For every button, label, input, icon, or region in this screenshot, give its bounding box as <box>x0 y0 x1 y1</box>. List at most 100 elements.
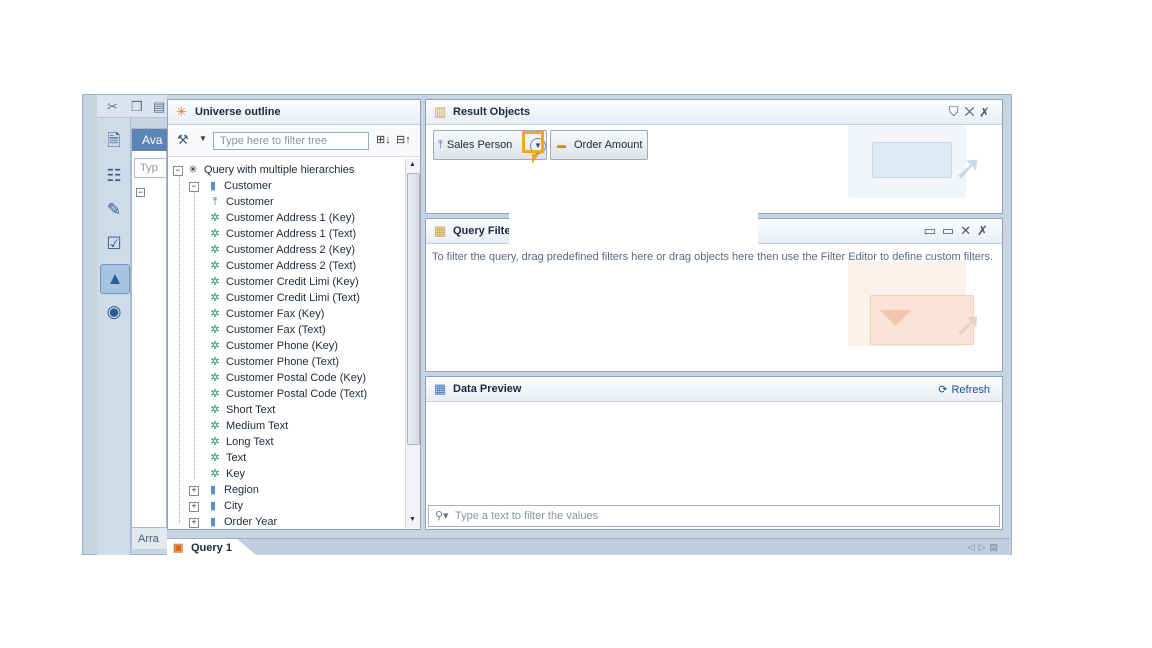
value-filter-input[interactable] <box>455 508 985 524</box>
outline-tree-icon[interactable]: ☷ <box>100 162 128 190</box>
tree-item[interactable]: ✲ Customer Phone (Text) <box>208 354 339 370</box>
input-controls-icon[interactable]: ☑ <box>100 230 128 258</box>
tree-item[interactable]: ✲ Medium Text <box>208 418 288 434</box>
scroll-thumb[interactable] <box>407 173 420 445</box>
cut-icon[interactable]: ✂ <box>107 99 118 115</box>
query-tab-bar: ▣ Query 1 ◁▷▤ <box>167 538 1010 556</box>
result-object-label: Sales Person <box>446 139 513 151</box>
tab-next-icon[interactable]: ▷ <box>979 542 990 552</box>
tab-label: Query 1 <box>191 542 232 554</box>
expand-icon[interactable]: + <box>189 486 199 496</box>
attribute-icon: ✲ <box>210 340 220 352</box>
tree-item-label: Long Text <box>226 436 274 448</box>
scroll-down-icon[interactable]: ▼ <box>409 516 416 523</box>
tree-group-customer[interactable]: − ▮ Customer <box>189 178 272 194</box>
remove-icon[interactable]: ✕ <box>960 223 977 238</box>
collapse-all-icon[interactable]: ⊟↑ <box>396 133 411 146</box>
tree-item[interactable]: ✲ Customer Address 2 (Text) <box>208 258 356 274</box>
remove-all-icon[interactable]: ✗ <box>977 223 994 238</box>
tree-item-label: Customer Phone (Text) <box>226 356 340 368</box>
result-actions: ⛉✕✗ <box>949 104 994 120</box>
cursor-art-icon: ➚ <box>954 306 983 344</box>
chevron-down-icon[interactable]: ▼ <box>199 134 207 143</box>
tree-item-label: Customer Fax (Key) <box>226 308 325 320</box>
attribute-icon: ✲ <box>210 404 220 416</box>
value-filter-field[interactable]: ⚲▾ <box>428 505 1000 527</box>
arrange-tab[interactable]: Arra <box>132 527 167 549</box>
copy-icon[interactable]: ❐ <box>131 99 143 115</box>
tree-item[interactable]: ✲ Customer Fax (Text) <box>208 322 325 338</box>
tab-prev-icon[interactable]: ◁ <box>968 542 979 552</box>
drop-target-art <box>872 142 952 178</box>
result-objects-header: ▥ Result Objects ⛉✕✗ <box>426 100 1002 125</box>
tree-item[interactable]: ✲ Customer Address 1 (Key) <box>208 210 355 226</box>
data-preview-header: ▦ Data Preview ⟳ Refresh <box>426 377 1002 402</box>
pointer-icon <box>532 154 539 164</box>
document-icon[interactable]: 🗎 <box>100 128 128 156</box>
tree-group-label: Region <box>224 484 259 496</box>
tree-group-region[interactable]: + ▮ Region <box>189 482 259 498</box>
tree-item[interactable]: ✲ Short Text <box>208 402 275 418</box>
refresh-label: Refresh <box>951 384 990 396</box>
tree-item-label: Customer Credit Limi (Text) <box>226 292 360 304</box>
edit-document-icon[interactable]: ✎ <box>100 196 128 224</box>
tree-item-label: Customer Address 2 (Text) <box>226 260 357 272</box>
tree-item[interactable]: ⤒ Customer <box>208 194 274 210</box>
tree-scrollbar[interactable]: ▲ ▼ <box>405 159 420 528</box>
expand-all-icon[interactable]: ⊞↓ <box>376 133 391 146</box>
result-object-label: Order Amount <box>574 139 643 151</box>
data-access-icon[interactable]: ▲ <box>100 264 130 294</box>
available-objects-search[interactable]: Typ <box>134 158 167 178</box>
tree-item[interactable]: ✲ Text <box>208 450 246 466</box>
tree-item[interactable]: ✲ Customer Address 2 (Key) <box>208 242 355 258</box>
edit-filter-icon[interactable]: ▭ <box>942 223 960 238</box>
dropdown-menu-popup[interactable] <box>509 168 758 247</box>
filter-tree-input[interactable] <box>213 132 369 150</box>
tree-item-label: Short Text <box>226 404 276 416</box>
tree-item[interactable]: ✲ Customer Address 1 (Text) <box>208 226 356 242</box>
tree-group-order-year[interactable]: + ▮ Order Year <box>189 514 277 530</box>
attribute-icon: ✲ <box>210 308 220 320</box>
tree-item-label: Customer Address 1 (Key) <box>226 212 355 224</box>
tab-query-1[interactable]: ▣ Query 1 <box>167 539 257 556</box>
collapse-icon[interactable]: − <box>189 182 199 192</box>
filter-icon[interactable]: ⛉ <box>949 104 965 119</box>
main-toolbar: ✂ ❐ ▤ <box>97 95 167 118</box>
tree-item-label: Customer Phone (Key) <box>226 340 338 352</box>
tree-item[interactable]: ✲ Customer Postal Code (Key) <box>208 370 366 386</box>
tree-group-city[interactable]: + ▮ City <box>189 498 243 514</box>
result-object-order-amount[interactable]: ▬ Order Amount <box>550 130 648 160</box>
tree-item[interactable]: ✲ Customer Phone (Key) <box>208 338 338 354</box>
collapse-icon[interactable]: − <box>136 188 145 197</box>
tab-list-icon[interactable]: ▤ <box>989 542 1002 552</box>
remove-all-icon[interactable]: ✗ <box>981 104 994 119</box>
tree-item[interactable]: ✲ Customer Fax (Key) <box>208 306 324 322</box>
tree-item[interactable]: ✲ Customer Credit Limi (Text) <box>208 290 360 306</box>
globe-icon[interactable]: ◉ <box>100 298 128 326</box>
available-objects-tab[interactable]: Ava <box>132 129 167 151</box>
paste-icon[interactable]: ▤ <box>153 99 165 115</box>
tree-group-label: Customer <box>224 180 272 192</box>
tree-item[interactable]: ✲ Key <box>208 466 245 482</box>
attribute-icon: ✲ <box>210 228 220 240</box>
tree-item[interactable]: ✲ Customer Postal Code (Text) <box>208 386 367 402</box>
expand-icon[interactable]: + <box>189 502 199 512</box>
scroll-up-icon[interactable]: ▲ <box>409 161 416 168</box>
tree-item[interactable]: ✲ Customer Credit Limi (Key) <box>208 274 358 290</box>
tree-root[interactable]: − ✳ Query with multiple hierarchies <box>173 162 354 178</box>
universe-outline-title: Universe outline <box>195 106 281 118</box>
attribute-icon: ✲ <box>210 276 220 288</box>
data-preview-panel: ▦ Data Preview ⟳ Refresh ⚲▾ <box>425 376 1003 530</box>
collapse-icon[interactable]: − <box>173 166 183 176</box>
refresh-button[interactable]: ⟳ Refresh <box>938 383 990 396</box>
dropdown-highlight <box>522 131 544 153</box>
remove-icon[interactable]: ✕ <box>965 104 981 119</box>
expand-icon[interactable]: + <box>189 518 199 528</box>
query-icon: ▣ <box>173 542 184 554</box>
tree-item[interactable]: ✲ Long Text <box>208 434 274 450</box>
add-filter-icon[interactable]: ▭ <box>924 223 942 238</box>
dimension-icon: ⤒ <box>212 196 218 208</box>
tools-icon[interactable]: ⚒ <box>177 132 189 148</box>
universe-icon: ✳ <box>176 104 187 119</box>
tree-item-label: Customer Address 2 (Key) <box>226 244 355 256</box>
